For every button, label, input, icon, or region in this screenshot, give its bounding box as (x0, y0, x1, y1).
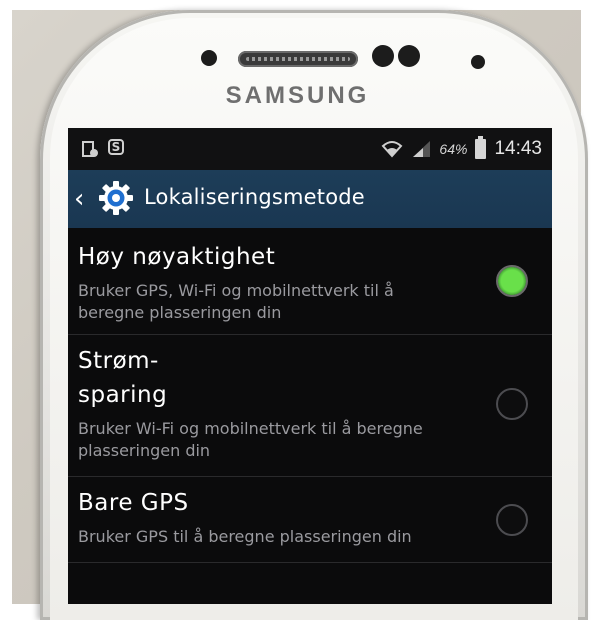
option-title-line2: sparing (78, 382, 168, 408)
brand-logo: SAMSUNG (225, 82, 370, 109)
clock: 14:43 (494, 138, 542, 159)
s-app-icon: S (108, 139, 124, 155)
radio-unselected[interactable] (496, 388, 528, 420)
option-description-line1: Bruker Wi-Fi og mobilnettverk til å bere… (78, 419, 423, 438)
option-high-accuracy[interactable]: Høy nøyaktighet Bruker GPS, Wi-Fi og mob… (68, 228, 552, 335)
option-gps-only[interactable]: Bare GPS Bruker GPS til å beregne plasse… (68, 476, 552, 563)
back-chevron-icon[interactable]: ‹ (74, 186, 96, 212)
status-bar: S 64% 14:43 (68, 128, 552, 170)
gear-icon[interactable] (98, 180, 134, 216)
proximity-sensor (372, 45, 394, 67)
sensor-dot (201, 50, 217, 66)
option-description: Bruker GPS til å beregne plasseringen di… (78, 527, 412, 546)
option-title: Høy nøyaktighet (78, 244, 276, 270)
battery-icon (475, 136, 487, 159)
earpiece-speaker (238, 51, 358, 67)
option-description-line2: beregne plasseringen din (78, 303, 282, 322)
phone-screen: S 64% 14:43 ‹ Lokaliseringsmetode Høy nø… (68, 128, 552, 604)
status-right-group: 64% 14:43 (381, 136, 542, 162)
option-title: Bare GPS (78, 490, 189, 516)
page-title: Lokaliseringsmetode (144, 185, 365, 209)
front-camera (471, 55, 485, 69)
option-power-saving[interactable]: Strøm- sparing Bruker Wi-Fi og mobilnett… (68, 334, 552, 477)
option-description-line1: Bruker GPS, Wi-Fi og mobilnettverk til å (78, 281, 394, 300)
option-description-line2: plasseringen din (78, 441, 211, 460)
light-sensor (398, 45, 420, 67)
radio-selected[interactable] (496, 265, 528, 297)
sim-card-icon (82, 141, 98, 157)
battery-percent: 64% (439, 141, 468, 157)
action-bar: ‹ Lokaliseringsmetode (68, 170, 552, 228)
wifi-icon (382, 141, 403, 158)
signal-icon (413, 141, 431, 157)
radio-unselected[interactable] (496, 504, 528, 536)
option-title-line1: Strøm- (78, 348, 159, 374)
